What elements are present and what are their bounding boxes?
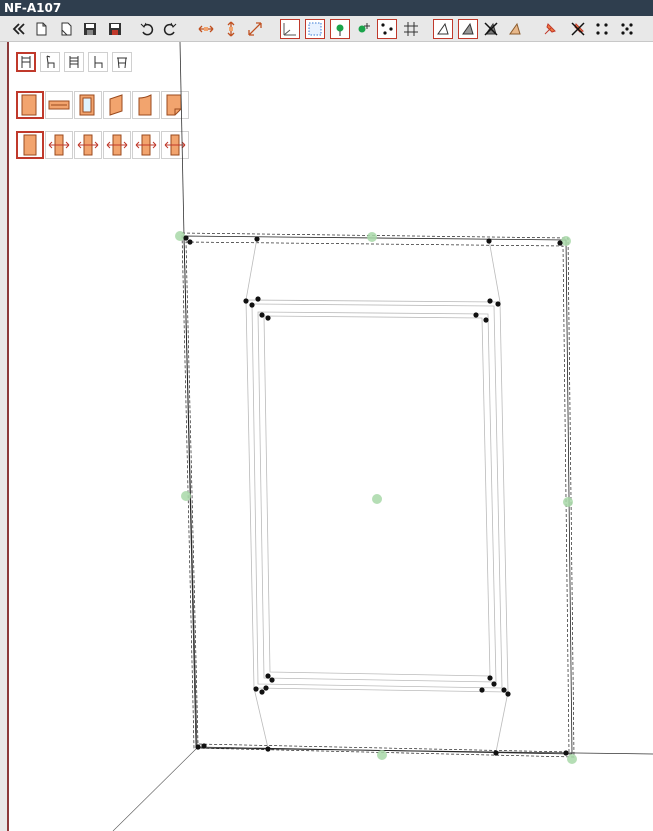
panel-fold-icon — [166, 94, 182, 116]
collapse-button[interactable] — [9, 19, 29, 39]
cone-cross-icon — [484, 22, 498, 36]
green-pin-plus-icon — [358, 23, 370, 33]
panel-curve-button[interactable] — [132, 91, 160, 119]
cross-cone-button[interactable] — [481, 19, 501, 39]
chair-profile-button[interactable] — [88, 52, 108, 72]
outline-cone-button[interactable] — [433, 19, 453, 39]
pin-plus-button[interactable] — [353, 19, 373, 39]
redo-button[interactable] — [160, 19, 180, 39]
orange-pin-cross-button[interactable] — [568, 19, 588, 39]
panel-rail-button[interactable] — [45, 91, 73, 119]
bounding-box-button[interactable] — [305, 19, 325, 39]
three-dots-icon — [381, 23, 393, 35]
diagonal-resize-button[interactable] — [245, 19, 265, 39]
viewport-canvas[interactable] — [9, 42, 653, 831]
floppy-disk-red-icon — [109, 23, 121, 35]
new-document-button[interactable] — [31, 19, 51, 39]
folded-page-icon — [61, 22, 72, 36]
panel-fold-button[interactable] — [161, 91, 189, 119]
horizontal-resize-button[interactable] — [196, 19, 216, 39]
panel-solid-button[interactable] — [16, 91, 44, 119]
stile-arrows-4-button[interactable] — [132, 131, 160, 159]
cone-textured-icon — [509, 22, 521, 35]
panel-glass-icon — [79, 94, 95, 116]
stile-arrows-icon — [106, 134, 128, 156]
grid-snap-button[interactable] — [401, 19, 421, 39]
open-document-button[interactable] — [56, 19, 76, 39]
axis-corner-icon — [283, 23, 296, 36]
pin-point-button[interactable] — [330, 19, 350, 39]
undo-icon — [140, 22, 154, 36]
stile-arrows-2-button[interactable] — [74, 131, 102, 159]
panel-solid-icon — [21, 94, 37, 116]
four-dots-icon — [596, 23, 608, 35]
chair-back-icon — [69, 56, 79, 68]
dotted-box-icon — [308, 22, 322, 36]
textured-cone-button[interactable] — [505, 19, 525, 39]
four-dots-button[interactable] — [592, 19, 612, 39]
stool-button[interactable] — [112, 52, 132, 72]
panel-glass-button[interactable] — [74, 91, 102, 119]
orange-pin-icon — [544, 23, 556, 35]
window-title: NF-A107 — [0, 0, 653, 16]
panel-rail-icon — [48, 100, 70, 110]
shaded-cone-button[interactable] — [458, 19, 478, 39]
cone-shaded-icon — [462, 22, 474, 35]
floppy-disk-icon — [84, 23, 96, 35]
save-button[interactable] — [80, 19, 100, 39]
orange-pin-button[interactable] — [540, 19, 560, 39]
vertical-arrows-icon — [227, 21, 235, 37]
five-dots-icon — [621, 23, 633, 35]
stile-arrows-5-button[interactable] — [161, 131, 189, 159]
panel-skew-button[interactable] — [103, 91, 131, 119]
stile-plain-icon — [23, 134, 37, 156]
horizontal-arrows-icon — [198, 25, 214, 33]
blank-page-icon — [36, 22, 47, 36]
redo-icon — [163, 22, 177, 36]
stile-arrows-icon — [164, 134, 186, 156]
chair-side-icon — [46, 55, 55, 68]
chair-back-button[interactable] — [64, 52, 84, 72]
stile-arrows-icon — [48, 134, 70, 156]
stile-arrows-icon — [77, 134, 99, 156]
dots-view-button[interactable] — [377, 19, 397, 39]
save-as-button[interactable] — [105, 19, 125, 39]
main-toolbar — [0, 16, 653, 42]
panel-skew-icon — [109, 94, 123, 116]
hash-grid-icon — [404, 22, 418, 36]
stile-arrows-1-button[interactable] — [45, 131, 73, 159]
cone-outline-icon — [437, 22, 449, 35]
chair-side-button[interactable] — [40, 52, 60, 72]
stile-arrows-3-button[interactable] — [103, 131, 131, 159]
stile-arrows-icon — [135, 134, 157, 156]
green-pin-icon — [336, 24, 344, 36]
panel-curve-icon — [138, 94, 152, 116]
double-chevron-left-icon — [12, 23, 25, 35]
axis-view-button[interactable] — [280, 19, 300, 39]
diagonal-arrows-icon — [248, 22, 262, 36]
undo-button[interactable] — [137, 19, 157, 39]
stool-icon — [117, 57, 127, 69]
chair-profile-icon — [94, 56, 103, 68]
vertical-resize-button[interactable] — [221, 19, 241, 39]
left-edge-bar — [0, 42, 9, 831]
stile-plain-button[interactable] — [16, 131, 44, 159]
orange-pin-cross-icon — [571, 22, 585, 36]
five-dots-button[interactable] — [617, 19, 637, 39]
chair-front-icon — [21, 56, 31, 68]
chair-front-button[interactable] — [16, 52, 36, 72]
